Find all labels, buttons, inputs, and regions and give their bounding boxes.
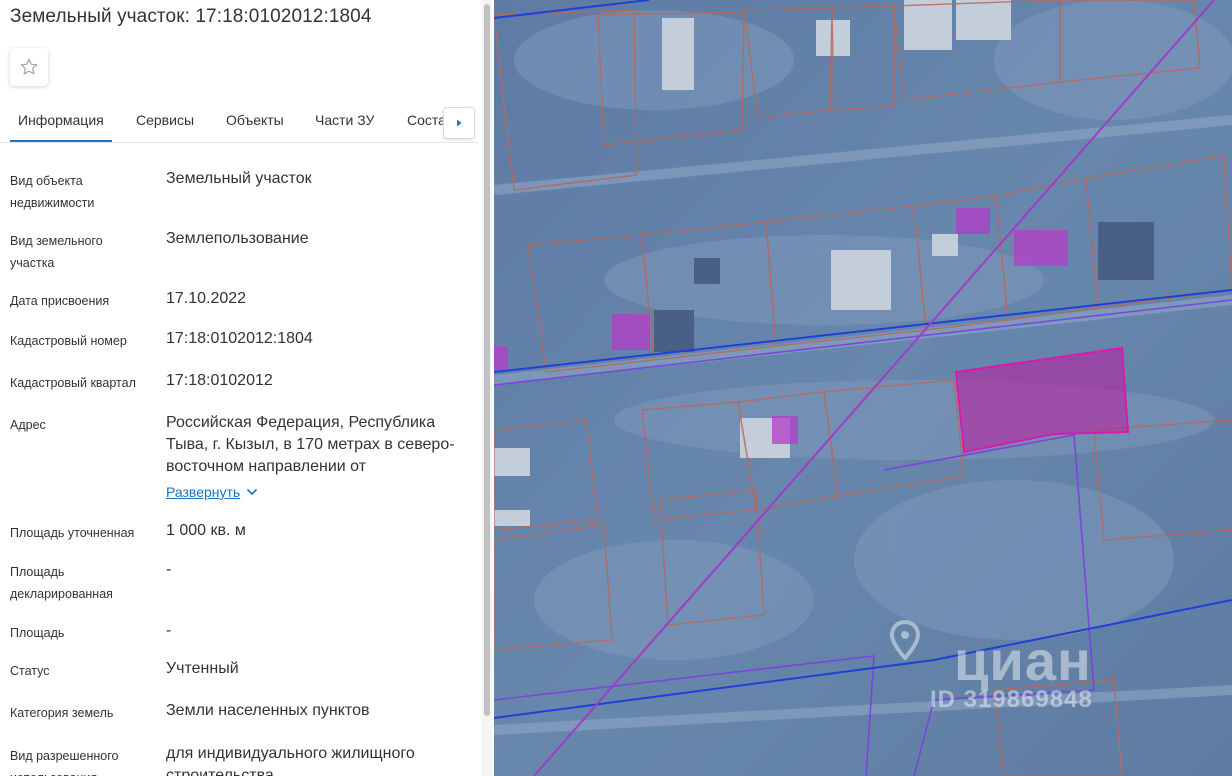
star-outline-icon [20, 58, 38, 75]
watermark-brand: циан [954, 629, 1092, 692]
field-label: Площадь уточненная [10, 526, 135, 540]
tab-bar: Информация Сервисы Объекты Части ЗУ Сост… [0, 104, 478, 143]
field-value: Российская Федерация, Республика Тыва, г… [166, 414, 455, 475]
field-value: для индивидуального жилищного строительс… [166, 745, 415, 776]
field-value: Земельный участок [166, 170, 312, 187]
watermark-id: ID 319869848 [930, 686, 1093, 713]
info-panel: Земельный участок: 17:18:0102012:1804 Ин… [0, 0, 492, 776]
field-label: Категория земель [10, 706, 114, 720]
cadastral-map[interactable]: циан ID 319869848 [494, 0, 1232, 776]
field-label: Дата присвоения [10, 294, 110, 308]
field-label: Статус [10, 664, 50, 678]
field-value: Учтенный [166, 660, 239, 677]
field-label: Вид земельного участка [10, 234, 103, 270]
field-value: Земли населенных пунктов [166, 702, 370, 719]
field-value: 1 000 кв. м [166, 522, 246, 539]
field-label: Кадастровый номер [10, 334, 127, 348]
tab-information[interactable]: Информация [10, 112, 112, 142]
field-value: - [166, 561, 172, 578]
tab-composition[interactable]: Соста [407, 112, 446, 128]
field-label: Площадь [10, 626, 65, 640]
page-title: Земельный участок: 17:18:0102012:1804 [10, 6, 372, 27]
field-value: 17.10.2022 [166, 290, 247, 307]
field-label: Адрес [10, 418, 46, 432]
field-value: Землепользование [166, 230, 309, 247]
field-value: 17:18:0102012 [166, 372, 273, 389]
field-value: - [166, 622, 172, 639]
panel-scrollbar-thumb[interactable] [484, 4, 490, 716]
expand-address-link[interactable]: Развернуть [166, 484, 258, 500]
field-label: Вид объекта недвижимости [10, 174, 95, 210]
chevron-down-icon [247, 488, 258, 496]
map-canvas[interactable] [494, 0, 1232, 776]
location-pin-icon [890, 620, 920, 660]
triangle-right-icon [457, 119, 462, 127]
tab-objects[interactable]: Объекты [226, 112, 284, 128]
field-label: Вид разрешенного использования [10, 749, 119, 776]
favorite-button[interactable] [10, 48, 48, 86]
field-label: Кадастровый квартал [10, 376, 136, 390]
tab-services[interactable]: Сервисы [136, 112, 194, 128]
expand-label: Развернуть [166, 484, 241, 500]
field-label: Площадь декларированная [10, 565, 113, 601]
tab-parts[interactable]: Части ЗУ [315, 112, 374, 128]
field-value: 17:18:0102012:1804 [166, 330, 313, 347]
tabs-next-button[interactable] [443, 107, 475, 139]
